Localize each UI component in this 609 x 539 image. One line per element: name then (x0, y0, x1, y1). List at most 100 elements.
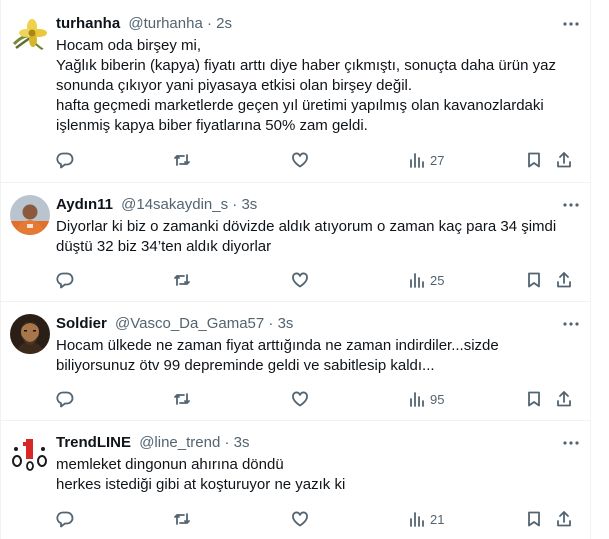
bookmark-icon (528, 391, 540, 407)
views-chart-icon (410, 273, 424, 288)
more-options-button[interactable] (561, 14, 581, 34)
tweet-text: Hocam ülkede ne zaman fiyat arttığında n… (56, 336, 581, 376)
share-icon (557, 391, 571, 407)
tweet-text: Hocam oda birşey mi, Yağlık biberin (kap… (56, 36, 581, 136)
avatar[interactable] (10, 314, 50, 354)
views-button[interactable]: 27 (408, 150, 444, 170)
tweet-text-line: Yağlık biberin (kapya) fiyatı arttı diye… (56, 57, 556, 74)
reply-button[interactable] (56, 389, 74, 409)
bookmark-button[interactable] (525, 150, 543, 170)
reply-icon (56, 511, 74, 528)
tweet-actions: 21 (56, 509, 581, 529)
avatar[interactable] (10, 14, 50, 54)
more-icon (563, 203, 579, 207)
username[interactable]: @line_trend (139, 434, 220, 451)
more-options-button[interactable] (561, 433, 581, 453)
retweet-button[interactable] (173, 270, 191, 290)
views-button[interactable]: 95 (408, 389, 444, 409)
views-count: 25 (430, 272, 445, 288)
person-photo-icon (10, 195, 50, 235)
reply-button[interactable] (56, 270, 74, 290)
tweet-text-line: sonunda çıkıyor yani piyasaya etkisi ola… (56, 77, 413, 94)
reply-button[interactable] (56, 509, 74, 529)
reply-feed: turhanha @turhanha · 2s Hocam oda birşey… (0, 0, 591, 539)
more-options-button[interactable] (561, 195, 581, 215)
timestamp[interactable]: 3s (278, 315, 294, 332)
tweet[interactable]: Aydın11 @14sakaydin_s · 3s Diyorlar ki b… (0, 183, 591, 302)
bookmark-icon (528, 272, 540, 288)
display-name[interactable]: Aydın11 (56, 196, 113, 213)
retweet-button[interactable] (173, 389, 191, 409)
username[interactable]: @Vasco_Da_Gama57 (115, 315, 264, 332)
tweet[interactable]: Soldier @Vasco_Da_Gama57 · 3s Hocam ülke… (0, 302, 591, 421)
tweet-header: Aydın11 @14sakaydin_s · 3s (56, 195, 581, 215)
views-button[interactable]: 21 (408, 509, 444, 529)
more-icon (563, 322, 579, 326)
reply-icon (56, 391, 74, 408)
portrait-icon (10, 314, 50, 354)
bookmark-button[interactable] (525, 389, 543, 409)
separator-dot: · (232, 196, 238, 213)
more-icon (563, 22, 579, 26)
avatar[interactable] (10, 195, 50, 235)
display-name[interactable]: turhanha (56, 15, 120, 32)
timestamp[interactable]: 2s (216, 15, 232, 32)
bookmark-button[interactable] (525, 270, 543, 290)
heart-icon (292, 511, 308, 527)
reply-icon (56, 272, 74, 289)
like-button[interactable] (291, 509, 309, 529)
tweet-text-line: herkes istediği gibi at koşturuyor ne ya… (56, 476, 346, 493)
more-icon (563, 441, 579, 445)
views-chart-icon (410, 512, 424, 527)
views-chart-icon (410, 392, 424, 407)
tweet-text-line: Hocam oda birşey mi, (56, 37, 202, 54)
username[interactable]: @14sakaydin_s (121, 196, 228, 213)
separator-dot: · (224, 434, 230, 451)
views-count: 95 (430, 391, 445, 407)
share-button[interactable] (555, 150, 573, 170)
trendline-logo-icon (10, 433, 50, 473)
share-button[interactable] (555, 389, 573, 409)
tweet-text-line: Diyorlar ki biz o zamanki dövizde aldık … (56, 218, 557, 235)
bookmark-icon (528, 511, 540, 527)
share-button[interactable] (555, 509, 573, 529)
tweet[interactable]: TrendLINE @line_trend · 3s memleket ding… (0, 421, 591, 539)
views-button[interactable]: 25 (408, 270, 444, 290)
more-options-button[interactable] (561, 314, 581, 334)
tweet-text-line: memleket dingonun ahırına döndü (56, 456, 284, 473)
tweet-text-line: Hocam ülkede ne zaman fiyat arttığında n… (56, 337, 499, 354)
retweet-icon (174, 154, 190, 166)
like-button[interactable] (291, 389, 309, 409)
tweet-actions: 25 (56, 270, 581, 290)
retweet-icon (174, 274, 190, 286)
tweet-text-line: biliyorsunuz ötv 99 depreminde geldi ve … (56, 357, 435, 374)
reply-button[interactable] (56, 150, 74, 170)
bookmark-button[interactable] (525, 509, 543, 529)
display-name[interactable]: TrendLINE (56, 434, 131, 451)
timestamp[interactable]: 3s (234, 434, 250, 451)
views-chart-icon (410, 153, 424, 168)
separator-dot: · (268, 315, 274, 332)
retweet-button[interactable] (173, 150, 191, 170)
views-count: 21 (430, 511, 445, 527)
share-icon (557, 272, 571, 288)
timestamp[interactable]: 3s (241, 196, 257, 213)
avatar[interactable] (10, 433, 50, 473)
tweet-text-line: hafta geçmedi marketlerde geçen yıl üret… (56, 97, 544, 114)
share-button[interactable] (555, 270, 573, 290)
like-button[interactable] (291, 270, 309, 290)
share-icon (557, 152, 571, 168)
tweet[interactable]: turhanha @turhanha · 2s Hocam oda birşey… (0, 0, 591, 183)
reply-icon (56, 152, 74, 169)
username[interactable]: @turhanha (128, 15, 202, 32)
tweet-actions: 27 (56, 150, 581, 170)
display-name[interactable]: Soldier (56, 315, 107, 332)
heart-icon (292, 391, 308, 407)
tweet-text: memleket dingonun ahırına döndü herkes i… (56, 455, 581, 495)
tweet-text-line: düştü 32 biz 34’ten aldık diyorlar (56, 238, 272, 255)
retweet-button[interactable] (173, 509, 191, 529)
heart-icon (292, 272, 308, 288)
like-button[interactable] (291, 150, 309, 170)
tweet-header: turhanha @turhanha · 2s (56, 14, 581, 34)
views-count: 27 (430, 152, 445, 168)
